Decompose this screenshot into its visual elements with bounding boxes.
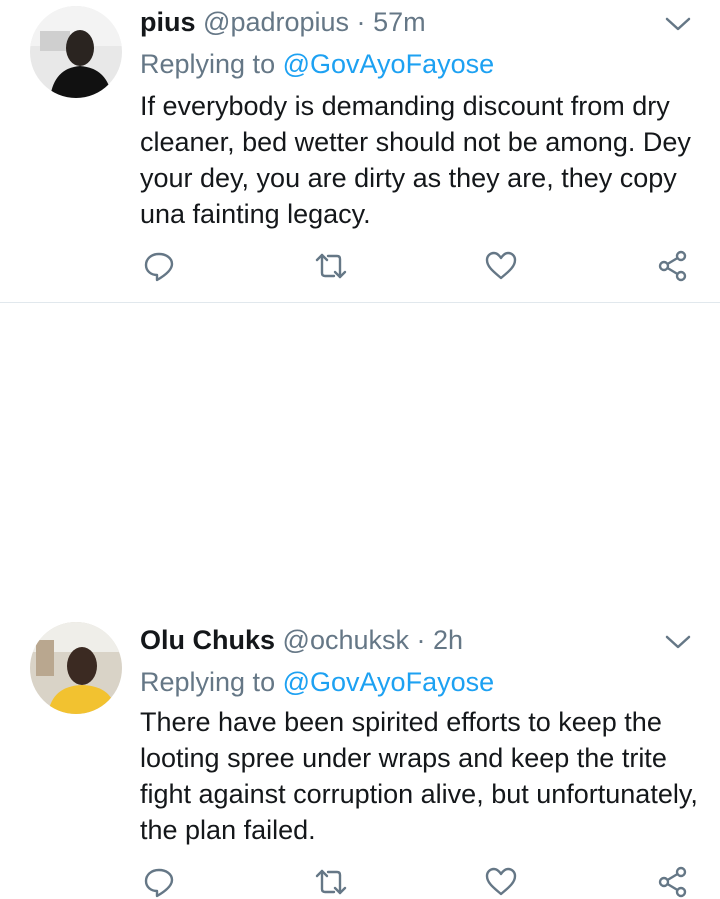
- reply-mention-link[interactable]: @GovAyoFayose: [283, 49, 495, 79]
- reply-icon[interactable]: [142, 865, 176, 899]
- heart-icon[interactable]: [484, 865, 518, 899]
- avatar-image: [30, 6, 122, 98]
- heart-icon[interactable]: [484, 249, 518, 283]
- chevron-down-icon[interactable]: [664, 14, 692, 34]
- reply-icon[interactable]: [142, 249, 176, 283]
- retweet-icon[interactable]: [314, 249, 348, 283]
- chevron-down-icon[interactable]: [664, 632, 692, 652]
- tweet-header: Olu Chuks @ochuksk · 2h: [140, 624, 463, 656]
- user-handle[interactable]: @ochuksk: [283, 625, 409, 655]
- tweet-header: pius @padropius · 57m: [140, 6, 426, 38]
- share-icon[interactable]: [656, 249, 690, 283]
- replying-to-label: Replying to: [140, 667, 276, 697]
- tweet-text: There have been spirited efforts to keep…: [140, 707, 698, 845]
- user-handle[interactable]: @padropius: [203, 7, 349, 37]
- separator-dot: ·: [416, 625, 426, 655]
- replying-to: Replying to @GovAyoFayose: [140, 666, 494, 698]
- avatar[interactable]: [30, 622, 122, 714]
- timestamp[interactable]: 2h: [433, 625, 463, 655]
- share-icon[interactable]: [656, 865, 690, 899]
- separator-dot: ·: [356, 7, 366, 37]
- display-name[interactable]: pius: [140, 7, 196, 37]
- replying-to: Replying to @GovAyoFayose: [140, 48, 494, 80]
- tweet-text: If everybody is demanding discount from …: [140, 91, 691, 229]
- avatar[interactable]: [30, 6, 122, 98]
- reply-mention-link[interactable]: @GovAyoFayose: [283, 667, 495, 697]
- tweet-actions: [140, 865, 700, 899]
- display-name[interactable]: Olu Chuks: [140, 625, 275, 655]
- retweet-icon[interactable]: [314, 865, 348, 899]
- replying-to-label: Replying to: [140, 49, 276, 79]
- tweet-actions: [140, 249, 700, 283]
- tweet[interactable]: Olu Chuks @ochuksk · 2h Replying to @Gov…: [0, 302, 720, 898]
- timestamp[interactable]: 57m: [373, 7, 426, 37]
- tweet[interactable]: pius @padropius · 57m Replying to @GovAy…: [0, 0, 720, 302]
- avatar-image: [30, 622, 122, 714]
